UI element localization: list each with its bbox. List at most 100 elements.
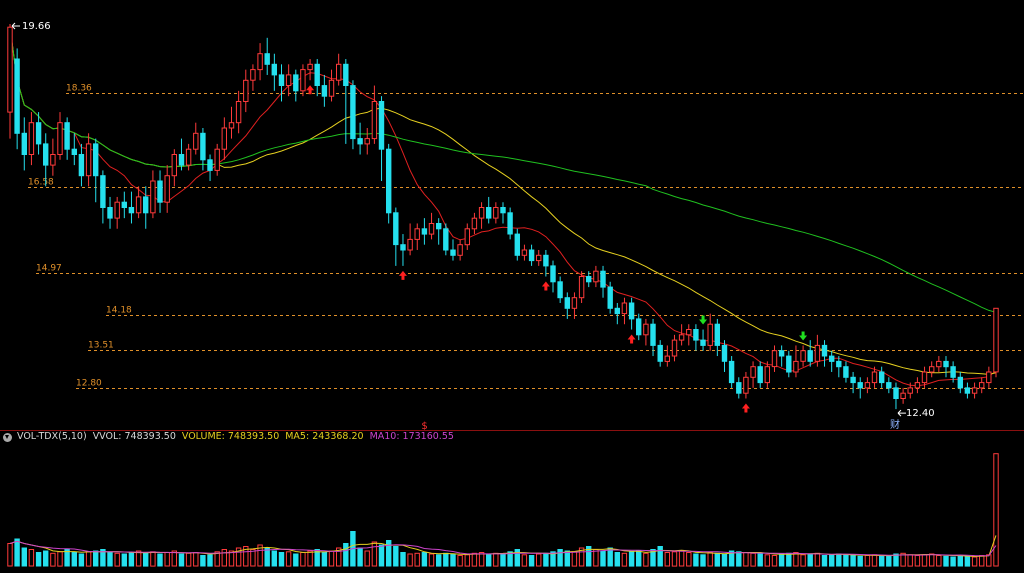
candle-body bbox=[107, 207, 113, 219]
volume-bar bbox=[278, 552, 285, 567]
candle-body bbox=[628, 302, 635, 320]
volume-label: VOLUME: bbox=[181, 431, 225, 442]
candle-body bbox=[686, 329, 692, 336]
volume-bar bbox=[829, 554, 835, 567]
candle-body bbox=[964, 387, 971, 394]
volume-bar bbox=[7, 543, 13, 567]
volume-bar bbox=[178, 553, 185, 567]
volume-bar bbox=[193, 552, 199, 567]
volume-bar bbox=[750, 552, 756, 567]
candle-body bbox=[393, 212, 399, 246]
ma5-value: 243368.20 bbox=[312, 431, 364, 442]
candle-body bbox=[14, 58, 20, 134]
volume-bar bbox=[621, 552, 628, 567]
volume-bar bbox=[357, 547, 363, 567]
candle-body bbox=[700, 339, 706, 346]
volume-bar bbox=[736, 551, 742, 567]
candle-body bbox=[307, 63, 313, 71]
candle-body bbox=[457, 244, 463, 256]
volume-bar bbox=[450, 553, 456, 567]
candle-body bbox=[343, 63, 349, 87]
volume-bar bbox=[714, 552, 720, 567]
chart-stage[interactable]: 18.36 16.58 14.97 14.18 13.51 12.80 19.66 12.… bbox=[0, 0, 1024, 569]
volume-indicator-bar: VOL-TDX(5,10) VVOL: 748393.50 VOLUME: 74… bbox=[0, 430, 1024, 444]
volume-bar bbox=[21, 547, 28, 567]
buy-arrow-icon bbox=[306, 85, 315, 95]
candle-body bbox=[814, 344, 821, 362]
sell-arrow-icon bbox=[699, 315, 708, 325]
candle-body bbox=[64, 122, 70, 150]
candle-body bbox=[200, 132, 206, 161]
volume-bar bbox=[721, 553, 728, 567]
volume-bar bbox=[786, 552, 792, 567]
ma10-label: MA10: bbox=[369, 431, 400, 442]
indicator-dropdown-icon[interactable] bbox=[3, 432, 12, 442]
candle-body bbox=[500, 207, 506, 214]
volume-bar bbox=[150, 551, 156, 567]
indicator-name[interactable]: VOL-TDX(5,10) bbox=[17, 430, 87, 444]
volume-bar bbox=[107, 552, 113, 567]
volume-bar bbox=[671, 551, 678, 567]
candle-body bbox=[7, 26, 13, 113]
volume-bar bbox=[664, 552, 670, 567]
volume-bar bbox=[85, 551, 92, 567]
candle-body bbox=[278, 74, 285, 87]
candle-body bbox=[750, 366, 756, 378]
candle-body bbox=[57, 122, 63, 155]
volume-bar bbox=[986, 554, 992, 567]
volume-bar bbox=[14, 538, 20, 567]
candle-body bbox=[764, 366, 770, 384]
volume-bar bbox=[28, 549, 35, 567]
volume-bar bbox=[929, 553, 935, 567]
volume-bar bbox=[778, 553, 785, 567]
candle-body bbox=[78, 154, 85, 177]
volume-bar bbox=[400, 552, 406, 567]
candle-body bbox=[50, 154, 56, 166]
candle-body bbox=[378, 101, 385, 150]
candle-body bbox=[600, 270, 606, 288]
candle-body bbox=[736, 382, 742, 394]
candle-body bbox=[235, 101, 242, 124]
candle-body bbox=[836, 360, 842, 368]
candle-body bbox=[671, 339, 678, 357]
candle-body bbox=[578, 276, 585, 299]
volume-bar bbox=[521, 554, 528, 567]
candle-body bbox=[407, 238, 413, 251]
volume-bar bbox=[436, 554, 442, 567]
candle-body bbox=[564, 297, 570, 309]
volume-bar bbox=[821, 555, 828, 567]
high-pointer-icon bbox=[11, 22, 20, 30]
volume-bar bbox=[250, 549, 256, 567]
candle-body bbox=[664, 355, 670, 362]
level-label: 14.18 bbox=[106, 306, 132, 316]
volume-bar bbox=[78, 553, 85, 567]
candle-body bbox=[35, 122, 42, 145]
volume-bar bbox=[636, 550, 642, 567]
volume-bar bbox=[743, 552, 749, 567]
candle-body bbox=[135, 196, 142, 214]
high-price-label: 19.66 bbox=[22, 21, 51, 32]
volume-bar bbox=[500, 553, 506, 567]
candle-body bbox=[707, 323, 713, 346]
candle-body bbox=[493, 207, 499, 219]
candle-body bbox=[950, 366, 956, 378]
volume-bar bbox=[764, 554, 770, 567]
candle-body bbox=[850, 376, 856, 384]
candle-body bbox=[271, 63, 278, 76]
volume-bar bbox=[850, 555, 856, 567]
volume-bar bbox=[486, 553, 492, 567]
candle-body bbox=[893, 387, 899, 399]
candle-body bbox=[478, 207, 485, 219]
candlestick-chart[interactable]: 18.36 16.58 14.97 14.18 13.51 12.80 19.66 12.… bbox=[0, 0, 1024, 569]
candle-body bbox=[907, 387, 913, 394]
candle-body bbox=[757, 366, 763, 384]
candle-body bbox=[821, 344, 828, 357]
ma10-value: 173160.55 bbox=[402, 431, 454, 442]
volume-bar bbox=[200, 555, 206, 567]
volume-bar bbox=[57, 551, 63, 567]
candle-body bbox=[921, 371, 928, 384]
candle-body bbox=[657, 344, 663, 362]
candle-body bbox=[336, 63, 342, 81]
candle-body bbox=[914, 382, 921, 389]
candle-body bbox=[528, 249, 535, 262]
